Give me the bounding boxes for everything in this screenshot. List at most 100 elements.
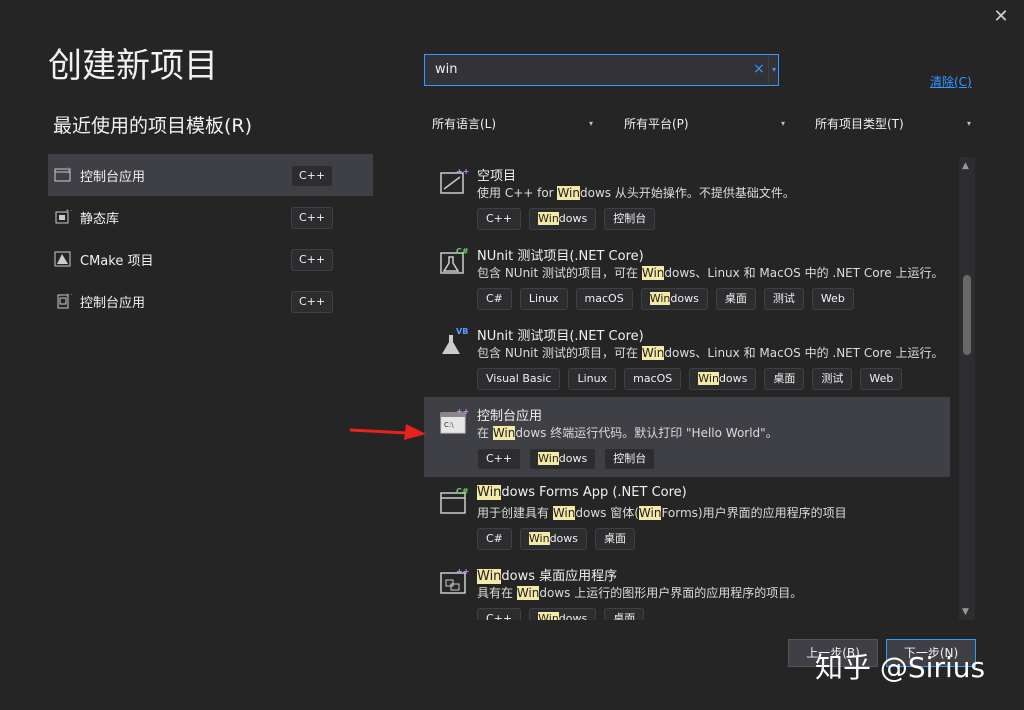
static-library-icon: ++ xyxy=(54,208,75,226)
clear-filters-link[interactable]: 清除(C) xyxy=(930,73,972,90)
tag-badge: 测试 xyxy=(763,288,804,310)
svg-text:++: ++ xyxy=(456,167,469,176)
tag-badge: macOS xyxy=(624,368,682,390)
platform-filter-dropdown[interactable]: 所有平台(P) ▾ xyxy=(624,110,789,138)
recent-item-static-library[interactable]: ++ 静态库 C++ xyxy=(48,196,373,238)
tag-badge: 桌面 xyxy=(715,288,756,310)
text-segment: dows、Linux 和 MacOS 中的 .NET Core 上运行。 xyxy=(664,346,944,360)
nunit-csharp-icon: C# xyxy=(438,247,469,277)
windows-forms-icon: C# xyxy=(438,487,469,517)
language-pill: C++ xyxy=(291,165,333,187)
text-segment: 空项目 xyxy=(477,169,517,184)
template-description: 包含 NUnit 测试的项目，可在 Windows、Linux 和 MacOS … xyxy=(477,264,944,281)
project-type-filter-dropdown[interactable]: 所有项目类型(T) ▾ xyxy=(815,110,975,138)
text-segment: dows Forms App (.NET Core) xyxy=(501,485,687,500)
text-segment: 在 xyxy=(477,426,493,440)
text-segment: C++ xyxy=(486,452,513,465)
text-segment: 桌面 xyxy=(604,532,627,545)
recent-item-console-app-2[interactable]: ++ 控制台应用 C++ xyxy=(48,280,373,322)
tag-badge: Visual Basic xyxy=(477,368,561,390)
desktop-app-icon: ++ xyxy=(438,567,469,597)
text-segment: dows xyxy=(558,452,588,465)
language-pill: C++ xyxy=(291,291,333,313)
text-segment: macOS xyxy=(633,372,673,385)
svg-text:C#: C# xyxy=(456,487,469,496)
chevron-down-icon: ▾ xyxy=(966,119,971,128)
search-match-highlight: Win xyxy=(538,612,559,620)
text-segment: 控制台 xyxy=(613,212,647,225)
search-clear-icon[interactable]: × xyxy=(753,61,765,77)
template-item[interactable]: C# NUnit 测试项目(.NET Core) 包含 NUnit 测试的项目，可在… xyxy=(424,237,950,317)
chevron-down-icon: ▾ xyxy=(588,119,593,128)
recent-item-console-app[interactable]: ++ 控制台应用 C++ xyxy=(48,154,373,196)
cmake-icon xyxy=(54,250,72,268)
recent-item-cmake-project[interactable]: CMake 项目 C++ xyxy=(48,238,373,280)
text-segment: 包含 NUnit 测试的项目，可在 xyxy=(477,346,642,360)
text-segment: NUnit 测试项目(.NET Core) xyxy=(477,249,644,264)
search-match-highlight: Win xyxy=(649,292,671,305)
template-item[interactable]: C# Win dows Forms App (.NET Core) 用于创建具有 Wi… xyxy=(424,477,950,557)
tag-badge: 桌面 xyxy=(604,608,645,620)
search-match-highlight: Win xyxy=(538,452,559,465)
tag-badge: Windows xyxy=(640,288,708,310)
scroll-down-icon[interactable]: ▼ xyxy=(962,607,969,617)
scroll-thumb[interactable] xyxy=(963,275,971,355)
page-title: 创建新项目 xyxy=(48,46,218,86)
template-item[interactable]: VB NUnit 测试项目(.NET Core) 包含 NUnit 测试的项目，可在… xyxy=(424,317,950,397)
search-match-highlight: Win xyxy=(641,346,665,360)
tag-badge: macOS xyxy=(575,288,633,310)
recent-templates-list: ++ 控制台应用 C++ ++ 静态库 C++ CMake 项目 C++ ++ … xyxy=(48,154,373,322)
template-title: Windows 桌面应用程序 xyxy=(477,565,617,584)
tag-badge: Linux xyxy=(568,368,617,390)
search-history-dropdown-icon[interactable]: ▾ xyxy=(768,55,779,85)
recent-item-label: 控制台应用 xyxy=(80,295,146,311)
template-item[interactable]: ++ Windows 桌面应用程序 具有在 Windows 上运行的图形用户界面的应… xyxy=(424,557,950,620)
text-segment: dows 上运行的图形用户界面的应用程序的项目。 xyxy=(539,586,803,600)
template-list-scrollbar[interactable]: ▲ ▼ xyxy=(959,157,975,620)
search-match-highlight: Win xyxy=(552,506,576,520)
language-filter-dropdown[interactable]: 所有语言(L) ▾ xyxy=(432,110,597,138)
text-segment: dows xyxy=(558,212,588,225)
recent-item-label: 静态库 xyxy=(80,211,120,227)
svg-text:++: ++ xyxy=(66,166,72,173)
tag-badge: Web xyxy=(811,288,854,310)
template-description: 用于创建具有 Windows 窗体(WinForms)用户界面的应用程序的项目 xyxy=(477,504,847,521)
template-tags: C++ Windows 控制台 xyxy=(477,448,656,470)
scroll-up-icon[interactable]: ▲ xyxy=(962,161,969,171)
text-segment: dows xyxy=(558,612,588,620)
tag-badge: Windows xyxy=(529,208,597,230)
template-tags: Visual Basic Linux macOS Windows 桌面 测试 Web xyxy=(477,368,903,390)
text-segment: dows 桌面应用程序 xyxy=(501,569,618,584)
tag-badge: 测试 xyxy=(812,368,853,390)
search-input[interactable]: win × ▾ xyxy=(424,54,779,86)
tag-badge: Web xyxy=(860,368,903,390)
text-segment: 桌面 xyxy=(613,612,636,620)
language-pill: C++ xyxy=(291,207,333,229)
template-tags: C# Windows 桌面 xyxy=(477,528,636,550)
close-button[interactable]: ✕ xyxy=(990,6,1012,28)
template-tags: C# Linux macOS Windows 桌面 测试 Web xyxy=(477,288,854,310)
svg-text:VB: VB xyxy=(456,327,468,336)
search-match-highlight: Win xyxy=(492,426,516,440)
template-description: 在 Windows 终端运行代码。默认打印 "Hello World"。 xyxy=(477,424,778,441)
search-match-highlight: Win xyxy=(528,532,550,545)
text-segment: 具有在 xyxy=(477,586,517,600)
template-item[interactable]: ++ 空项目 使用 C++ for Windows 从头开始操作。不提供基础文件。 C… xyxy=(424,157,950,237)
text-segment: C++ xyxy=(486,212,513,225)
template-description: 使用 C++ for Windows 从头开始操作。不提供基础文件。 xyxy=(477,184,795,201)
tag-badge: Windows xyxy=(519,528,588,550)
console-app-icon: C:\ ++ xyxy=(438,407,469,437)
empty-project-icon: ++ xyxy=(438,167,469,197)
search-match-highlight: Win xyxy=(516,586,540,600)
text-segment: dows、Linux 和 MacOS 中的 .NET Core 上运行。 xyxy=(664,266,944,280)
template-title: 空项目 xyxy=(477,165,516,184)
template-title: NUnit 测试项目(.NET Core) xyxy=(477,245,644,264)
tag-badge: C++ xyxy=(477,608,522,620)
svg-text:++: ++ xyxy=(456,407,469,416)
text-segment: Linux xyxy=(577,372,608,385)
tag-badge: 桌面 xyxy=(595,528,636,550)
filter-label: 所有语言(L) xyxy=(432,117,497,131)
search-match-highlight: Win xyxy=(638,506,662,520)
text-segment: dows xyxy=(718,372,748,385)
template-item[interactable]: C:\ ++ 控制台应用在 Windows 终端运行代码。默认打印 "Hello W… xyxy=(424,397,950,477)
